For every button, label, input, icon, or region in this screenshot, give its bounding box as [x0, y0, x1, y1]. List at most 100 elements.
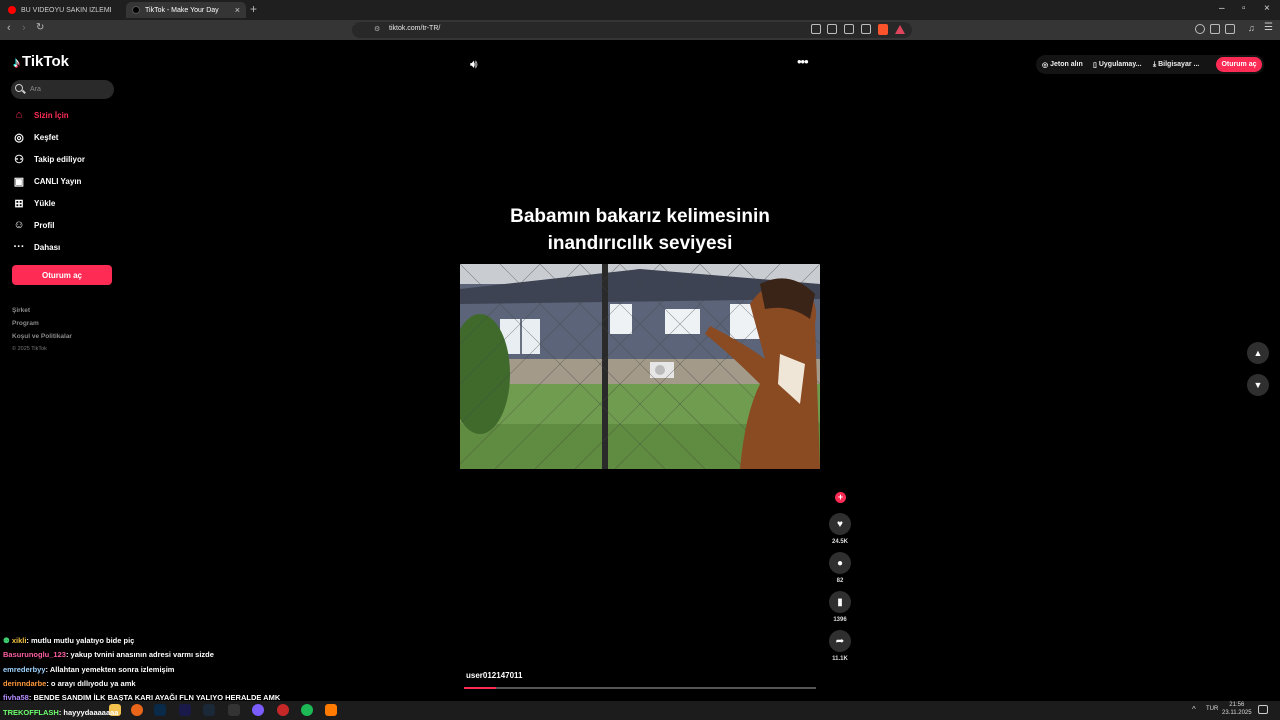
reload-icon[interactable]: ↻ [36, 22, 44, 33]
previous-video-button[interactable]: ▲ [1247, 342, 1269, 364]
menu-icon[interactable]: ☰ [1264, 22, 1274, 33]
sidebar-item-live[interactable]: ▣ CANLI Yayın [12, 171, 122, 191]
live-icon: ▣ [13, 175, 25, 188]
comment-button[interactable]: ● [829, 552, 851, 574]
close-window-icon[interactable]: × [1264, 3, 1270, 14]
login-button[interactable]: Oturum aç [12, 265, 112, 285]
sidebar-icon[interactable] [1225, 24, 1235, 34]
heart-icon: ♥ [837, 518, 843, 530]
browser-tab-tiktok[interactable]: TikTok - Make Your Day × [126, 2, 246, 18]
notification-icon[interactable] [1258, 705, 1268, 714]
save-button[interactable]: ▮ [829, 591, 851, 613]
header-login-button[interactable]: Oturum aç [1216, 57, 1262, 72]
chat-message: ⚉ xikli: mutlu mutlu yalatıyo bide piç [3, 636, 134, 645]
sidebar-item-following[interactable]: ⚇ Takip ediliyor [12, 149, 122, 169]
music-icon[interactable]: ♫ [1248, 23, 1258, 33]
back-icon[interactable]: ‹ [7, 22, 11, 34]
video-progress-track[interactable] [464, 687, 816, 689]
badge-icon: ⚉ [3, 636, 10, 645]
sidebar-item-label: Takip ediliyor [34, 154, 85, 164]
chat-message: emrederbyy: Allahtan yemekten sonra izle… [3, 665, 174, 674]
system-clock[interactable]: 21:56 23.11.2025 [1222, 701, 1252, 717]
download-icon: ⤓ [1153, 60, 1157, 68]
chat-user: emrederbyy [3, 665, 46, 674]
tray-chevron-up-icon[interactable]: ^ [1192, 705, 1196, 714]
footer-link-company[interactable]: Şirket [12, 307, 30, 314]
url-text[interactable]: tiktok.com/tr-TR/ [389, 25, 440, 32]
tiktok-logo[interactable]: ♪ TikTok [13, 53, 69, 70]
chat-user: TREKOFFLASH [3, 708, 59, 717]
forward-icon[interactable]: › [22, 22, 26, 34]
video-frame[interactable] [460, 264, 820, 469]
steam-icon[interactable] [203, 704, 215, 716]
sidebar-item-upload[interactable]: ⊞ Yükle [12, 193, 122, 213]
translate-icon[interactable] [844, 24, 854, 34]
get-coins-button[interactable]: ◎ Jeton alın [1042, 57, 1083, 72]
restore-icon[interactable]: ▫ [1242, 3, 1246, 14]
chevron-down-icon: ▼ [1253, 380, 1263, 390]
pc-app-button[interactable]: ⤓ Bilgisayar ... [1153, 57, 1199, 72]
app-icon[interactable] [325, 704, 337, 716]
chat-text: : mutlu mutlu yalatıyo bide piç [26, 636, 135, 645]
sidebar-item-for-you[interactable]: ⌂ Sizin İçin [12, 105, 122, 125]
taskbar [0, 701, 1280, 720]
chat-text: : o arayı dıllıyodu ya amk [46, 679, 136, 688]
new-tab-button[interactable]: + [250, 2, 257, 16]
chat-message: Basurunoglu_123: yakup tvnini anasının a… [3, 650, 214, 659]
sidebar-item-label: Profil [34, 220, 55, 230]
get-app-button[interactable]: ▯ Uygulamay... [1093, 57, 1142, 72]
brave-rewards-icon[interactable] [895, 25, 905, 34]
get-app-label: Uygulamay... [1098, 61, 1142, 68]
more-options-icon[interactable]: ••• [797, 54, 809, 69]
search-input[interactable] [30, 82, 110, 96]
after-effects-icon[interactable] [179, 704, 191, 716]
chat-message: TREKOFFLASH: hayyydaaaaaaa [3, 708, 118, 717]
chat-text: : yakup tvnini anasının adresi varmı siz… [65, 650, 214, 659]
tiktok-note-icon: ♪ [13, 53, 20, 70]
photoshop-icon[interactable] [154, 704, 166, 716]
tab-title: BU VİDEOYU SAKIN İZLEMEYİN (kuzi [21, 6, 111, 14]
profile-icon: ☺ [13, 219, 25, 231]
clock-time: 21:56 [1229, 702, 1245, 708]
chevron-up-icon: ▲ [1253, 348, 1263, 358]
video-author[interactable]: user012147011 [466, 671, 523, 680]
footer-link-program[interactable]: Program [12, 320, 39, 327]
more-dots-icon: ··· [13, 241, 25, 253]
obs-icon[interactable] [228, 704, 240, 716]
site-info-icon[interactable]: ⚙ [374, 25, 380, 33]
video-progress-fill [464, 687, 496, 689]
language-indicator[interactable]: TUR [1206, 706, 1218, 712]
caption-line: inandırıcılık seviyesi [547, 233, 733, 254]
tab-title: TikTok - Make Your Day [145, 6, 219, 14]
coin-icon: ◎ [1042, 61, 1049, 69]
follow-plus-icon[interactable]: + [835, 492, 846, 503]
extensions-icon[interactable] [1210, 24, 1220, 34]
discord-icon[interactable] [252, 704, 264, 716]
clock-date: 23.11.2025 [1222, 710, 1252, 716]
browser-tab-youtube[interactable]: BU VİDEOYU SAKIN İZLEMEYİN (kuzi [2, 2, 122, 18]
like-button[interactable]: ♥ [829, 513, 851, 535]
record-icon[interactable] [277, 704, 289, 716]
share-arrow-icon: ➦ [835, 635, 845, 647]
sidebar-item-profile[interactable]: ☺ Profil [12, 215, 122, 235]
spotify-icon[interactable] [301, 704, 313, 716]
next-video-button[interactable]: ▼ [1247, 374, 1269, 396]
compass-icon: ◎ [14, 131, 24, 144]
sidebar-item-more[interactable]: ··· Dahası [12, 237, 122, 257]
share-icon[interactable] [861, 24, 871, 34]
cast-icon[interactable] [827, 24, 837, 34]
minimize-icon[interactable]: – [1219, 3, 1225, 14]
save-count: 1396 [833, 617, 847, 623]
footer-link-terms[interactable]: Koşul ve Politikalar [12, 333, 72, 340]
shield-icon[interactable] [1195, 24, 1205, 34]
upload-icon: ⊞ [14, 197, 24, 210]
sidebar-item-explore[interactable]: ◎ Keşfet [12, 127, 122, 147]
browser-taskbar-icon[interactable] [131, 704, 143, 716]
copyright: © 2025 TikTok [12, 346, 47, 352]
share-button[interactable]: ➦ [829, 630, 851, 652]
media-icon[interactable] [811, 24, 821, 34]
close-tab-icon[interactable]: × [235, 5, 240, 15]
home-icon: ⌂ [15, 109, 23, 121]
brave-shield-icon[interactable] [878, 24, 888, 35]
volume-icon[interactable]: 🔊︎ [470, 57, 478, 72]
